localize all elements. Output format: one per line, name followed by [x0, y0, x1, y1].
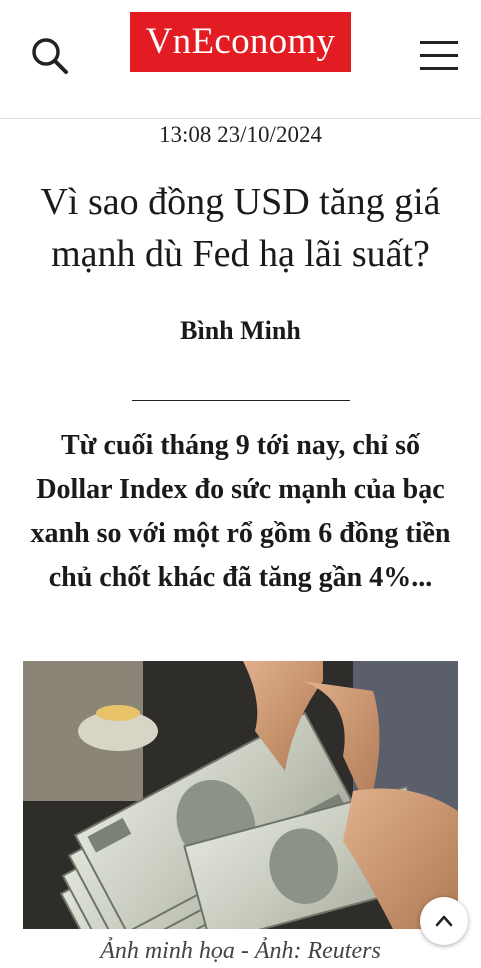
divider	[132, 400, 350, 401]
scroll-to-top-button[interactable]	[420, 897, 468, 945]
banknotes-illustration	[23, 661, 458, 929]
article-sapo: Từ cuối tháng 9 tới nay, chỉ số Dollar I…	[30, 430, 451, 593]
site-header: VnEconomy	[0, 0, 481, 119]
article-author[interactable]: Bình Minh	[0, 314, 481, 348]
chevron-up-icon	[435, 915, 453, 927]
hamburger-menu-icon	[420, 41, 458, 44]
image-caption: Ảnh minh họa - Ảnh: Reuters	[100, 938, 381, 964]
menu-button[interactable]	[416, 38, 462, 74]
article-timestamp: 13:08 23/10/2024	[159, 122, 322, 147]
search-button[interactable]	[28, 34, 72, 78]
article-photo[interactable]	[23, 661, 458, 929]
article-title: Vì sao đồng USD tăng giá mạnh dù Fed hạ …	[40, 181, 441, 275]
search-icon	[32, 38, 68, 74]
site-logo[interactable]: VnEconomy	[130, 12, 351, 72]
